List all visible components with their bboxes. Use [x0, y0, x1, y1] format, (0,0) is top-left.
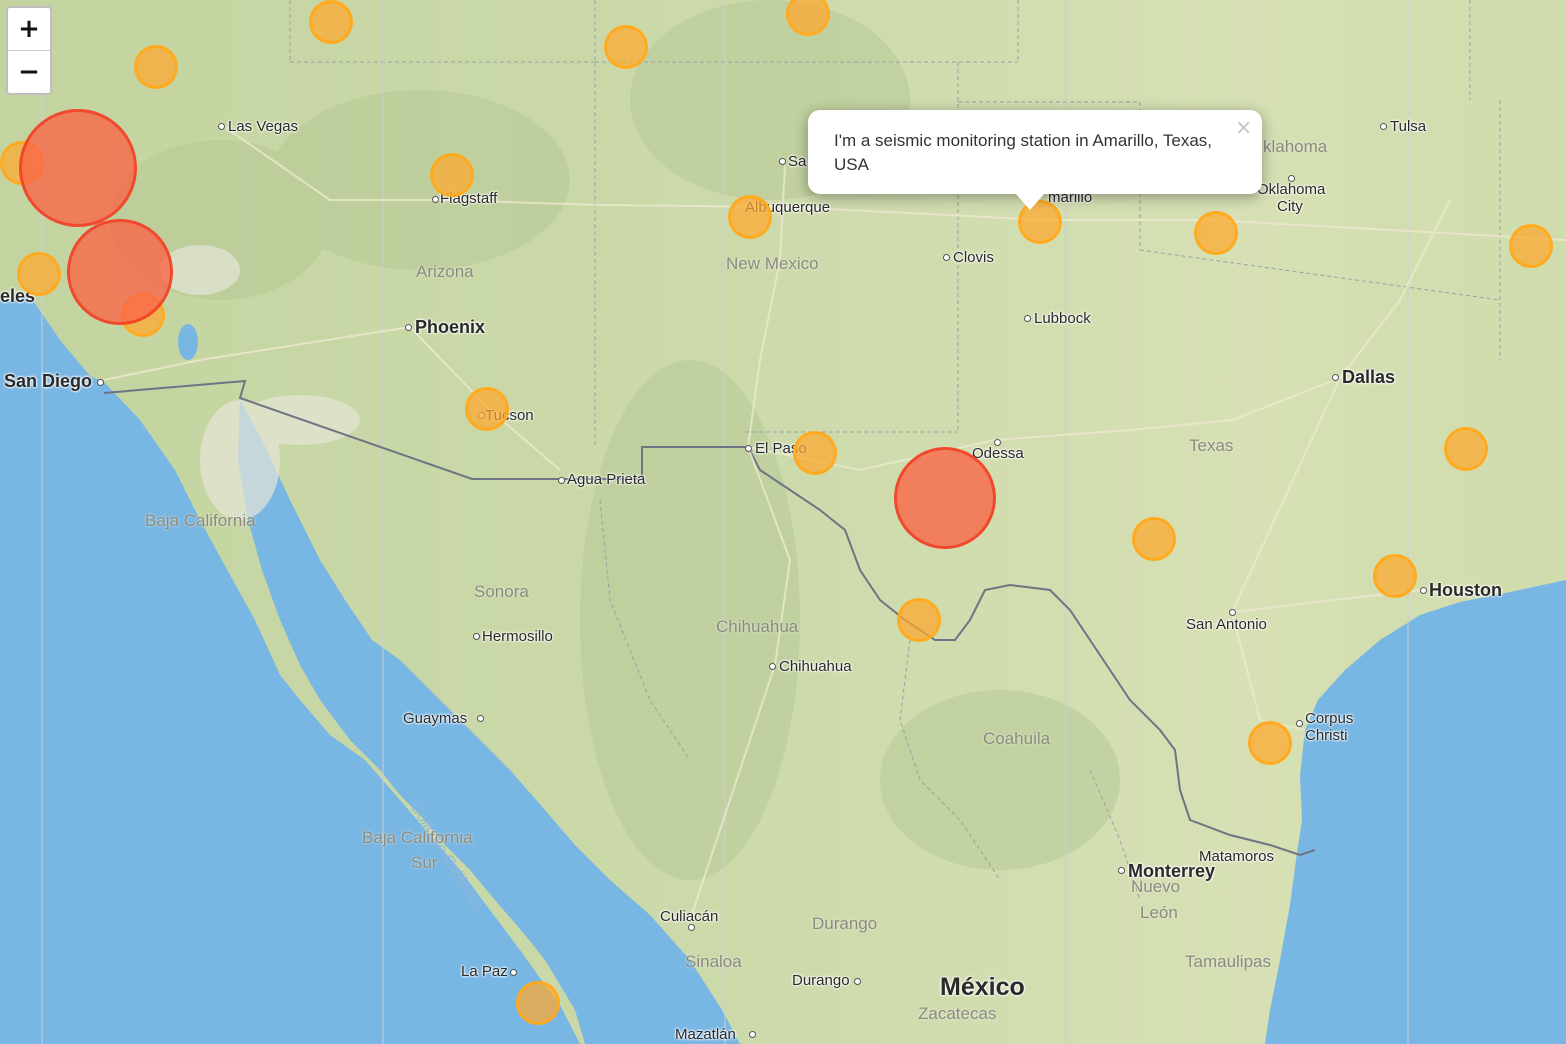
city-dot-chihuahua — [769, 663, 776, 670]
city-dot-el-paso — [745, 445, 752, 452]
label-oklahoma-city-2: City — [1277, 198, 1303, 215]
label-lubbock: Lubbock — [1034, 310, 1091, 327]
station-popup: I'm a seismic monitoring station in Amar… — [808, 110, 1262, 210]
station-marker[interactable] — [430, 153, 474, 197]
label-baja-california-sur-2: Sur — [411, 853, 438, 872]
city-dot-mazatlan — [749, 1031, 756, 1038]
city-dot-santa-fe — [779, 158, 786, 165]
label-baja-california-sur-1: Baja California — [362, 828, 473, 847]
label-mazatlan: Mazatlán — [675, 1026, 736, 1043]
station-marker[interactable] — [897, 598, 941, 642]
label-chihuahua-city: Chihuahua — [779, 658, 852, 675]
station-marker[interactable] — [1194, 211, 1238, 255]
city-dot-hermosillo — [473, 633, 480, 640]
zoom-control: + − — [6, 6, 52, 95]
label-nuevo-leon-2: León — [1140, 903, 1178, 922]
label-agua-prieta: Agua Prieta — [567, 471, 646, 488]
city-dot-dallas — [1332, 374, 1339, 381]
map-container[interactable]: Las Vegas Flagstaff Arizona Phoenix San … — [0, 0, 1566, 1044]
city-dot-corpus-christi — [1296, 720, 1303, 727]
zoom-out-button[interactable]: − — [8, 50, 50, 93]
city-dot-phoenix — [405, 324, 412, 331]
station-marker[interactable] — [1444, 427, 1488, 471]
label-hermosillo: Hermosillo — [482, 628, 553, 645]
label-san-antonio: San Antonio — [1186, 616, 1267, 633]
label-sinaloa: Sinaloa — [685, 952, 742, 971]
label-tamaulipas: Tamaulipas — [1185, 952, 1271, 971]
label-la-paz: La Paz — [461, 963, 508, 980]
city-dot-lubbock — [1024, 315, 1031, 322]
seismic-event-marker[interactable] — [67, 219, 173, 325]
station-marker[interactable] — [516, 981, 560, 1025]
label-oklahoma-city-1: Oklahoma — [1257, 181, 1326, 198]
salton-sea — [178, 324, 198, 360]
city-dot-durango — [854, 978, 861, 985]
zoom-in-button[interactable]: + — [8, 8, 50, 50]
label-dallas: Dallas — [1342, 367, 1396, 387]
label-sonora: Sonora — [474, 582, 529, 601]
station-marker[interactable] — [1132, 517, 1176, 561]
label-odessa: Odessa — [972, 445, 1024, 462]
label-coahuila: Coahuila — [983, 729, 1051, 748]
label-culiacan: Culiacán — [660, 908, 719, 925]
station-marker[interactable] — [465, 387, 509, 431]
label-zacatecas: Zacatecas — [918, 1004, 997, 1023]
city-dot-san-antonio — [1229, 609, 1236, 616]
label-nuevo-leon-1: Nuevo — [1131, 877, 1181, 896]
station-marker[interactable] — [1373, 554, 1417, 598]
label-baja-california: Baja California — [145, 511, 256, 530]
station-marker[interactable] — [728, 195, 772, 239]
seismic-event-marker[interactable] — [894, 447, 996, 549]
city-dot-flagstaff — [432, 196, 439, 203]
label-durango-state: Durango — [812, 914, 878, 933]
city-dot-la-paz — [510, 969, 517, 976]
label-corpus-christi-2: Christi — [1305, 727, 1348, 744]
label-las-vegas: Las Vegas — [228, 118, 299, 135]
station-marker[interactable] — [309, 0, 353, 44]
city-dot-culiacan — [688, 924, 695, 931]
station-marker[interactable] — [793, 431, 837, 475]
station-marker[interactable] — [1248, 721, 1292, 765]
popup-tip — [1016, 194, 1044, 210]
station-marker[interactable] — [604, 25, 648, 69]
label-matamoros: Matamoros — [1199, 848, 1275, 865]
label-corpus-christi-1: Corpus — [1305, 710, 1354, 727]
label-phoenix: Phoenix — [415, 317, 486, 337]
label-houston: Houston — [1429, 580, 1502, 600]
city-dot-san-diego — [97, 379, 104, 386]
station-marker[interactable] — [134, 45, 178, 89]
label-chihuahua-state: Chihuahua — [716, 617, 799, 636]
city-dot-monterrey — [1118, 867, 1125, 874]
label-san-diego: San Diego — [4, 371, 93, 391]
seismic-event-marker[interactable] — [19, 109, 137, 227]
city-dot-guaymas — [477, 715, 484, 722]
label-santa-fe: Sa — [788, 153, 807, 170]
label-arizona: Arizona — [416, 262, 474, 281]
label-texas: Texas — [1189, 436, 1234, 455]
label-tulsa: Tulsa — [1390, 118, 1427, 135]
label-new-mexico: New Mexico — [726, 254, 819, 273]
city-dot-houston — [1420, 587, 1427, 594]
city-dot-tulsa — [1380, 123, 1387, 130]
label-clovis: Clovis — [953, 249, 994, 266]
close-icon[interactable]: × — [1235, 115, 1252, 139]
label-oklahoma: klahoma — [1263, 137, 1328, 156]
city-dot-agua-prieta — [558, 477, 565, 484]
station-marker[interactable] — [17, 252, 61, 296]
label-durango-city: Durango — [792, 972, 850, 989]
label-guaymas: Guaymas — [403, 710, 468, 727]
city-dot-clovis — [943, 254, 950, 261]
label-mexico: México — [940, 973, 1025, 1001]
city-dot-las-vegas — [218, 123, 225, 130]
popup-content: I'm a seismic monitoring station in Amar… — [834, 131, 1213, 174]
station-marker[interactable] — [1509, 224, 1553, 268]
